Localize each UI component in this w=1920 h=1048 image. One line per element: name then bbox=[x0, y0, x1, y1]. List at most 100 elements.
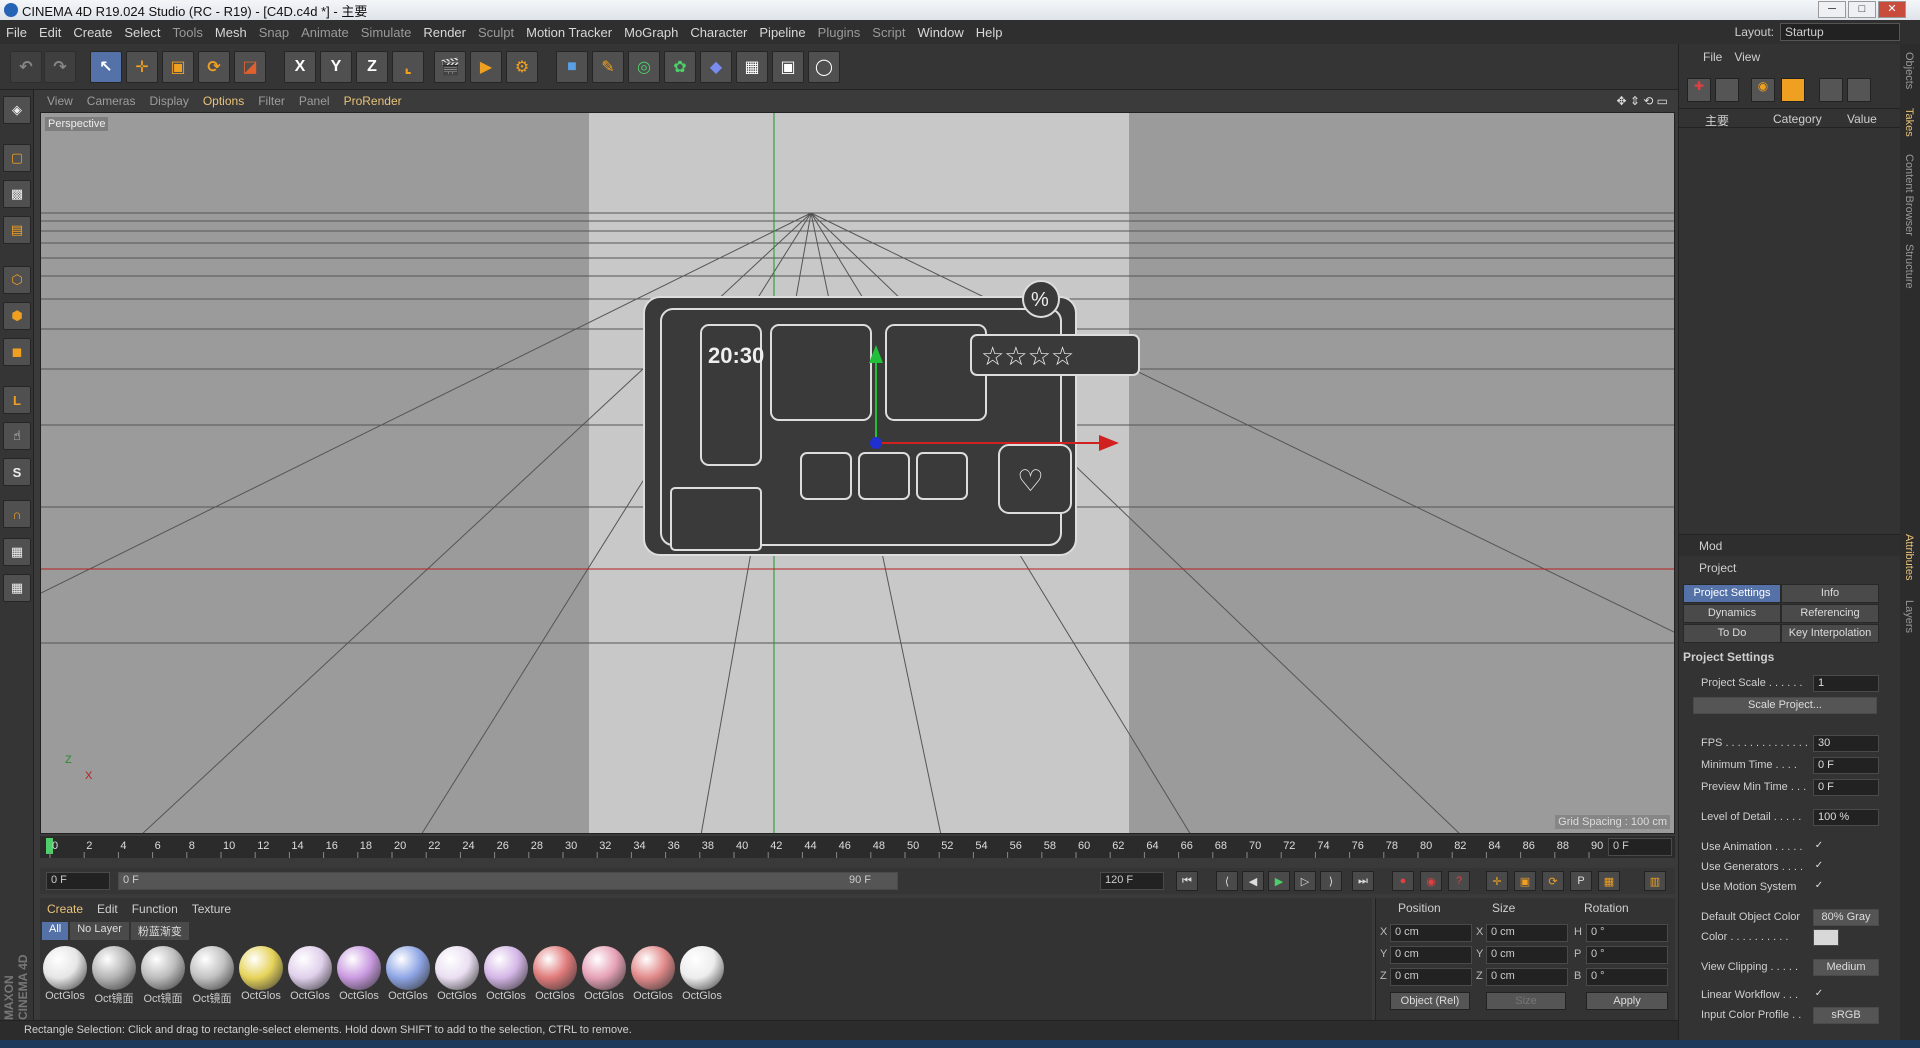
property-value[interactable]: 0 F bbox=[1813, 779, 1879, 796]
vp-menu-options[interactable]: Options bbox=[196, 94, 251, 108]
next-key-icon[interactable]: ⟩ bbox=[1320, 871, 1342, 891]
timeline-ruler[interactable]: 0 2 4 6 8 10 12 14 16 18 20 22 24 26 28 30 32 34 36 38 40 42 4… bbox=[40, 836, 1675, 858]
model-mode-icon[interactable]: ▢ bbox=[3, 144, 31, 172]
take-render-icon[interactable] bbox=[1819, 78, 1843, 102]
menu-mesh[interactable]: Mesh bbox=[209, 25, 253, 40]
key-position-icon[interactable]: ✛ bbox=[1486, 871, 1508, 891]
vp-menu-panel[interactable]: Panel bbox=[292, 94, 337, 108]
rotation-h-field[interactable]: 0 ° bbox=[1586, 924, 1668, 942]
coordinate-mode-select[interactable]: Object (Rel) bbox=[1390, 992, 1470, 1010]
color-swatch[interactable] bbox=[1813, 929, 1839, 946]
coordinate-system-icon[interactable]: ⌞ bbox=[392, 51, 424, 83]
material-swatch[interactable]: Oct镜面 bbox=[91, 946, 137, 1006]
workplane-mode-icon[interactable]: ▤ bbox=[3, 216, 31, 244]
material-swatch[interactable]: Oct镜面 bbox=[140, 946, 186, 1006]
menu-simulate[interactable]: Simulate bbox=[355, 25, 418, 40]
size-z-field[interactable]: 0 cm bbox=[1486, 968, 1568, 986]
points-mode-icon[interactable]: ⬡ bbox=[3, 266, 31, 294]
material-swatch[interactable]: OctGlos bbox=[581, 946, 627, 1006]
render-to-picture-viewer-icon[interactable]: ▶ bbox=[470, 51, 502, 83]
next-frame-icon[interactable]: ▷ bbox=[1294, 871, 1316, 891]
edges-mode-icon[interactable]: ⬢ bbox=[3, 302, 31, 330]
key-rotation-icon[interactable]: ⟳ bbox=[1542, 871, 1564, 891]
material-swatch[interactable]: OctGlos bbox=[483, 946, 529, 1006]
menu-render[interactable]: Render bbox=[417, 25, 472, 40]
menu-character[interactable]: Character bbox=[684, 25, 753, 40]
key-parameter-icon[interactable]: P bbox=[1570, 871, 1592, 891]
floor-icon[interactable]: ▦ bbox=[736, 51, 768, 83]
side-tab-content-browser[interactable]: Content Browser bbox=[1903, 154, 1915, 236]
tab-dynamics[interactable]: Dynamics bbox=[1683, 604, 1781, 623]
grid-icon[interactable]: ▦ bbox=[3, 574, 31, 602]
property-value[interactable]: 1 bbox=[1813, 675, 1879, 692]
side-tab-takes[interactable]: Takes bbox=[1903, 108, 1915, 137]
menu-select[interactable]: Select bbox=[118, 25, 166, 40]
rotation-p-field[interactable]: 0 ° bbox=[1586, 946, 1668, 964]
material-swatch[interactable]: OctGlos bbox=[434, 946, 480, 1006]
tab-info[interactable]: Info bbox=[1781, 584, 1879, 603]
menu-snap[interactable]: Snap bbox=[253, 25, 295, 40]
recent-tool-icon[interactable]: ◪ bbox=[234, 51, 266, 83]
maximize-button[interactable]: □ bbox=[1848, 1, 1876, 18]
keyframe-selection-icon[interactable]: ? bbox=[1448, 871, 1470, 891]
menu-help[interactable]: Help bbox=[970, 25, 1009, 40]
texture-mode-icon[interactable]: ▩ bbox=[3, 180, 31, 208]
property-value[interactable]: Medium bbox=[1813, 959, 1879, 976]
start-frame-field[interactable]: 0 F bbox=[46, 872, 110, 890]
material-swatch[interactable]: OctGlos bbox=[385, 946, 431, 1006]
mat-menu-edit[interactable]: Edit bbox=[90, 902, 125, 916]
mat-menu-create[interactable]: Create bbox=[40, 902, 90, 916]
tablet-model[interactable]: 20:30 ☆☆☆☆ ♡ % bbox=[643, 280, 1140, 556]
property-value[interactable]: Scale Project... bbox=[1693, 697, 1877, 714]
menu-animate[interactable]: Animate bbox=[295, 25, 355, 40]
deformer-icon[interactable]: ◆ bbox=[700, 51, 732, 83]
close-button[interactable]: ✕ bbox=[1878, 1, 1906, 18]
material-swatch[interactable]: OctGlos bbox=[679, 946, 725, 1006]
play-icon[interactable]: ▶ bbox=[1268, 871, 1290, 891]
snap-icon[interactable]: ∩ bbox=[3, 500, 31, 528]
camera-icon[interactable]: ▣ bbox=[772, 51, 804, 83]
property-value[interactable]: 30 bbox=[1813, 735, 1879, 752]
go-to-end-icon[interactable]: ⏭ bbox=[1352, 871, 1374, 891]
menu-file[interactable]: File bbox=[0, 25, 33, 40]
take-lock-icon[interactable] bbox=[1847, 78, 1871, 102]
rotate-icon[interactable]: ⟳ bbox=[198, 51, 230, 83]
workplane-lock-icon[interactable]: ▦ bbox=[3, 538, 31, 566]
property-value[interactable]: 100 % bbox=[1813, 809, 1879, 826]
vp-menu-prorender[interactable]: ProRender bbox=[337, 94, 409, 108]
menu-mograph[interactable]: MoGraph bbox=[618, 25, 684, 40]
material-swatch[interactable]: OctGlos bbox=[287, 946, 333, 1006]
timeline-window-icon[interactable]: ▥ bbox=[1644, 871, 1666, 891]
side-tab-attributes[interactable]: Attributes bbox=[1903, 534, 1915, 580]
render-view-icon[interactable]: 🎬 bbox=[434, 51, 466, 83]
position-z-field[interactable]: 0 cm bbox=[1390, 968, 1472, 986]
material-swatch[interactable]: Oct镜面 bbox=[189, 946, 235, 1006]
material-swatch[interactable]: OctGlos bbox=[42, 946, 88, 1006]
subdivision-icon[interactable]: ◎ bbox=[628, 51, 660, 83]
rotation-b-field[interactable]: 0 ° bbox=[1586, 968, 1668, 986]
polygons-mode-icon[interactable]: ◼ bbox=[3, 338, 31, 366]
cube-icon[interactable]: ■ bbox=[556, 51, 588, 83]
property-value[interactable]: 0 F bbox=[1813, 757, 1879, 774]
redo-icon[interactable]: ↷ bbox=[44, 51, 76, 83]
end-frame-field[interactable]: 120 F bbox=[1100, 872, 1164, 890]
move-gizmo-z[interactable] bbox=[870, 437, 882, 449]
property-value[interactable]: sRGB bbox=[1813, 1007, 1879, 1024]
menu-tools[interactable]: Tools bbox=[167, 25, 209, 40]
size-y-field[interactable]: 0 cm bbox=[1486, 946, 1568, 964]
menu-window[interactable]: Window bbox=[912, 25, 970, 40]
property-value[interactable]: ✓ bbox=[1813, 989, 1825, 1001]
material-swatch[interactable]: OctGlos bbox=[532, 946, 578, 1006]
side-tab-layers[interactable]: Layers bbox=[1903, 600, 1915, 633]
vp-menu-cameras[interactable]: Cameras bbox=[80, 94, 143, 108]
material-swatch[interactable]: OctGlos bbox=[336, 946, 382, 1006]
take-auto-icon[interactable] bbox=[1781, 78, 1805, 102]
size-mode-select[interactable]: Size bbox=[1486, 992, 1566, 1010]
edit-render-settings-icon[interactable]: ⚙ bbox=[506, 51, 538, 83]
menu-sculpt[interactable]: Sculpt bbox=[472, 25, 520, 40]
take-clone-icon[interactable] bbox=[1715, 78, 1739, 102]
current-frame-field[interactable]: 0 F bbox=[1608, 838, 1672, 856]
y-axis-lock-icon[interactable]: Y bbox=[320, 51, 352, 83]
take-override-icon[interactable]: ◉ bbox=[1751, 78, 1775, 102]
size-x-field[interactable]: 0 cm bbox=[1486, 924, 1568, 942]
